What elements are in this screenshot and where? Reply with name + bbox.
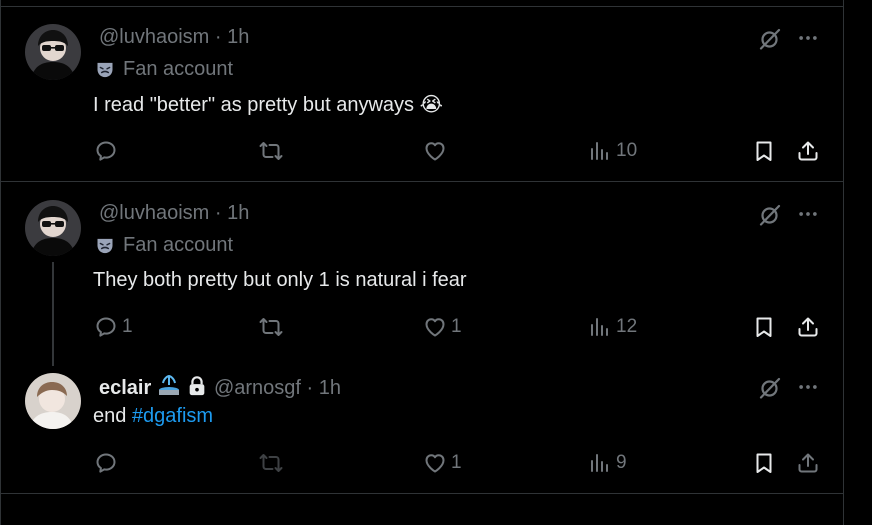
view-count: 12	[616, 316, 638, 337]
bookmark-icon[interactable]	[752, 139, 776, 163]
badge-label: Fan account	[123, 234, 234, 256]
share-upload-icon[interactable]	[796, 139, 820, 163]
like-button[interactable]: 1	[423, 451, 462, 475]
avatar-image-icon	[25, 24, 81, 80]
timestamp[interactable]: 1h	[227, 202, 249, 224]
views-bars-icon	[588, 139, 612, 163]
reply-button[interactable]	[94, 451, 122, 475]
avatar[interactable]	[25, 373, 81, 429]
views-button[interactable]: 9	[588, 451, 627, 475]
reply-bubble-icon	[94, 315, 118, 339]
repost-arrows-icon	[259, 451, 283, 475]
display-name[interactable]: eclair	[99, 377, 151, 399]
separator: ·	[214, 26, 222, 48]
repost-button[interactable]	[259, 139, 287, 163]
top-divider	[1, 6, 843, 7]
like-count: 1	[451, 316, 462, 337]
post-divider	[1, 493, 843, 494]
grok-slash-circle-icon[interactable]	[758, 376, 782, 400]
view-count: 10	[616, 140, 638, 161]
grok-slash-circle-icon[interactable]	[758, 27, 782, 51]
account-badge: Fan account	[95, 234, 233, 257]
account-badge: Fan account	[95, 58, 233, 81]
avatar-image-icon	[25, 200, 81, 256]
post-header: @luvhaoism · 1h	[99, 26, 249, 49]
avatar-image-icon	[25, 373, 81, 429]
avatar[interactable]	[25, 24, 81, 80]
post-text-content: end	[93, 405, 127, 427]
post-header: eclair @arnosgf · 1h	[99, 374, 341, 400]
view-count: 9	[616, 452, 627, 473]
reply-bubble-icon	[94, 451, 118, 475]
fountain-emoji-icon	[158, 374, 179, 395]
views-bars-icon	[588, 315, 612, 339]
crying-emoji: 😭	[419, 94, 443, 116]
repost-arrows-icon	[259, 315, 283, 339]
thread-connector	[52, 262, 54, 366]
more-dots-icon[interactable]	[797, 376, 819, 398]
reply-count: 1	[122, 316, 133, 337]
repost-button	[259, 451, 287, 475]
bookmark-icon[interactable]	[752, 315, 776, 339]
repost-arrows-icon	[259, 139, 283, 163]
post-divider	[1, 181, 843, 182]
more-dots-icon[interactable]	[797, 27, 819, 49]
theater-mask-icon	[95, 236, 115, 256]
heart-icon	[423, 139, 447, 163]
views-bars-icon	[588, 451, 612, 475]
badge-label: Fan account	[123, 58, 234, 80]
bookmark-icon[interactable]	[752, 451, 776, 475]
separator: ·	[214, 202, 222, 224]
post-text: I read "better" as pretty but anyways 😭	[93, 92, 443, 117]
post-text: end #dgafism	[93, 405, 213, 428]
post-text-content: I read "better" as pretty but anyways	[93, 94, 415, 116]
handle[interactable]: @arnosgf	[214, 377, 301, 399]
theater-mask-icon	[95, 60, 115, 80]
share-upload-icon[interactable]	[796, 451, 820, 475]
like-count: 1	[451, 452, 462, 473]
share-upload-icon[interactable]	[796, 315, 820, 339]
handle[interactable]: @luvhaoism	[99, 26, 209, 48]
timeline-column: @luvhaoism · 1h Fan account I read "bett…	[0, 0, 844, 525]
timestamp[interactable]: 1h	[319, 377, 341, 399]
more-dots-icon[interactable]	[797, 203, 819, 225]
reply-bubble-icon	[94, 139, 118, 163]
timestamp[interactable]: 1h	[227, 26, 249, 48]
hashtag-link[interactable]: #dgafism	[132, 405, 213, 427]
handle[interactable]: @luvhaoism	[99, 202, 209, 224]
reply-button[interactable]	[94, 139, 122, 163]
views-button[interactable]: 12	[588, 315, 637, 339]
lock-icon	[190, 376, 205, 396]
heart-icon	[423, 315, 447, 339]
separator: ·	[306, 377, 314, 399]
views-button[interactable]: 10	[588, 139, 637, 163]
post-header: @luvhaoism · 1h	[99, 202, 249, 225]
repost-button[interactable]	[259, 315, 287, 339]
grok-slash-circle-icon[interactable]	[758, 203, 782, 227]
avatar[interactable]	[25, 200, 81, 256]
post-text: They both pretty but only 1 is natural i…	[93, 269, 467, 291]
reply-button[interactable]: 1	[94, 315, 133, 339]
heart-icon	[423, 451, 447, 475]
like-button[interactable]	[423, 139, 451, 163]
like-button[interactable]: 1	[423, 315, 462, 339]
